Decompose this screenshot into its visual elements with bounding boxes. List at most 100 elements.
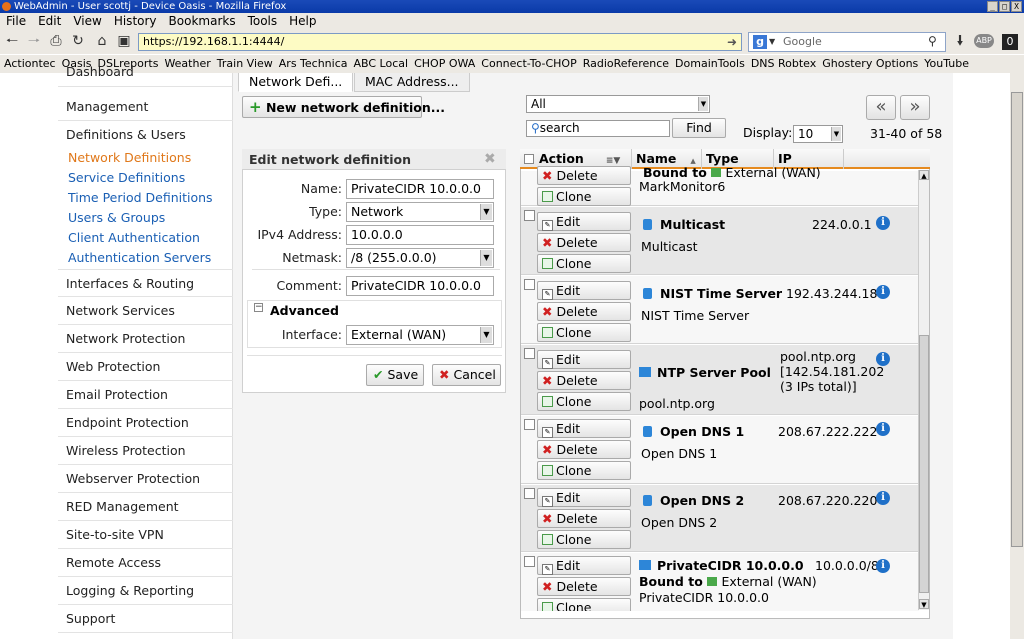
type-select[interactable]: Network ▼ [346,202,494,222]
sidebar-item-endpoint-protection[interactable]: Endpoint Protection [58,409,233,437]
row-checkbox[interactable] [524,488,535,499]
bookmark-item[interactable]: YouTube [924,55,969,73]
delete-button[interactable]: ✖ Delete [537,233,631,252]
row-checkbox[interactable] [524,419,535,430]
sidebar-item-management[interactable]: Management [58,93,233,121]
bookmark-item[interactable]: Ghostery Options [822,55,918,73]
clone-button[interactable]: Clone [537,392,631,411]
list-scroll-thumb[interactable] [919,335,929,593]
search-input[interactable]: Google [748,32,946,52]
menu-bookmarks[interactable]: Bookmarks [169,13,236,30]
home-icon[interactable]: ⌂ [94,33,110,49]
clone-button[interactable]: Clone [537,598,631,611]
sidebar-item-web-protection[interactable]: Web Protection [58,353,233,381]
delete-button[interactable]: ✖ Delete [537,577,631,596]
sidebar-subitem-authentication-servers[interactable]: Authentication Servers [68,249,211,267]
close-icon[interactable]: ✖ [484,150,496,169]
ipv4-address-field[interactable]: 10.0.0.0 [346,225,494,245]
column-menu-icon[interactable]: ≡▼ [606,156,620,166]
delete-button[interactable]: ✖ Delete [537,371,631,390]
delete-button[interactable]: ✖ Delete [537,440,631,459]
bookmark-item[interactable]: Connect-To-CHOP [481,55,576,73]
edit-button[interactable]: ✎ Edit [537,556,631,575]
search-engine-icon[interactable]: g [753,35,767,49]
edit-button[interactable]: ✎ Edit [537,488,631,507]
back-icon[interactable]: 🠐 [4,33,20,49]
type-filter-select[interactable]: All ▼ [526,95,710,113]
abp-icon[interactable]: ABP [974,34,994,48]
download-icon[interactable]: 🠛 [952,33,968,49]
tab-view-icon[interactable]: ▣ [116,33,132,49]
bookmark-item[interactable]: ABC Local [354,55,409,73]
clone-button[interactable]: Clone [537,187,631,206]
sidebar-item-network-services[interactable]: Network Services [58,297,233,325]
reload-icon[interactable]: ↻ [70,33,86,49]
info-icon[interactable]: i [876,422,890,436]
sidebar-subitem-network-definitions[interactable]: Network Definitions [68,149,191,167]
sidebar-item-red-management[interactable]: RED Management [58,493,233,521]
bookmark-item[interactable]: Actiontec [4,55,56,73]
new-network-definition-button[interactable]: + New network definition... [242,96,445,118]
name-field[interactable]: PrivateCIDR 10.0.0.0 [346,179,494,199]
info-icon[interactable]: i [876,285,890,299]
sidebar-item-wireless-protection[interactable]: Wireless Protection [58,437,233,465]
url-input[interactable]: https://192.168.1.1:4444/ [138,33,742,51]
edit-button[interactable]: ✎ Edit [537,281,631,300]
bookmark-item[interactable]: DNS Robtex [751,55,816,73]
interface-select[interactable]: External (WAN) ▼ [346,325,494,345]
search-filter-input[interactable]: ⚲search [526,120,670,137]
delete-button[interactable]: ✖ Delete [537,302,631,321]
sidebar-item-webserver-protection[interactable]: Webserver Protection [58,465,233,493]
clone-button[interactable]: Clone [537,461,631,480]
scroll-down-icon[interactable]: ▼ [919,599,929,609]
info-icon[interactable]: i [876,559,890,573]
info-icon[interactable]: i [876,491,890,505]
menu-tools[interactable]: Tools [248,13,278,30]
minimize-button[interactable]: _ [987,1,998,12]
menu-history[interactable]: History [114,13,157,30]
select-all-checkbox[interactable] [524,154,534,164]
info-icon[interactable]: i [876,352,890,366]
row-checkbox[interactable] [524,556,535,567]
tab-mac-address[interactable]: MAC Address... [354,73,470,92]
sidebar-subitem-client-authentication[interactable]: Client Authentication [68,229,200,247]
close-button[interactable]: X [1011,1,1022,12]
addon-icon[interactable]: 0 [1002,34,1018,50]
sidebar-item-remote-access[interactable]: Remote Access [58,549,233,577]
row-checkbox[interactable] [524,279,535,290]
print-icon[interactable]: ⎙ [48,33,64,49]
bookmark-item[interactable]: CHOP OWA [414,55,475,73]
go-arrow-icon[interactable]: ➜ [724,34,740,50]
sidebar-item-email-protection[interactable]: Email Protection [58,381,233,409]
sidebar-item-logging-reporting[interactable]: Logging & Reporting [58,577,233,605]
chevron-down-icon[interactable]: ▼ [769,35,775,49]
clone-button[interactable]: Clone [537,530,631,549]
edit-button[interactable]: ✎ Edit [537,212,631,231]
edit-button[interactable]: ✎ Edit [537,419,631,438]
bookmark-item[interactable]: Ars Technica [279,55,348,73]
next-page-button[interactable]: » [900,95,930,120]
bookmark-item[interactable]: DomainTools [675,55,745,73]
save-button[interactable]: ✔ Save [366,364,424,386]
delete-button[interactable]: ✖ Delete [537,166,631,185]
clone-button[interactable]: Clone [537,323,631,342]
collapse-icon[interactable]: − [254,303,263,312]
clone-button[interactable]: Clone [537,254,631,273]
window-scroll-thumb[interactable] [1011,92,1023,547]
sidebar-subitem-service-definitions[interactable]: Service Definitions [68,169,185,187]
cancel-button[interactable]: ✖ Cancel [432,364,501,386]
row-checkbox[interactable] [524,348,535,359]
info-icon[interactable]: i [876,216,890,230]
previous-page-button[interactable]: « [866,95,896,120]
edit-button[interactable]: ✎ Edit [537,350,631,369]
maximize-button[interactable]: □ [999,1,1010,12]
sidebar-subitem-time-period-definitions[interactable]: Time Period Definitions [68,189,213,207]
sidebar-subitem-users-groups[interactable]: Users & Groups [68,209,165,227]
sidebar-item-site-to-site-vpn[interactable]: Site-to-site VPN [58,521,233,549]
tab-network-definitions[interactable]: Network Defi... [238,73,354,92]
comment-field[interactable]: PrivateCIDR 10.0.0.0 [346,276,494,296]
advanced-label[interactable]: Advanced [270,302,339,320]
menu-help[interactable]: Help [289,13,316,30]
sidebar-item-dashboard[interactable]: Dashboard [58,65,233,87]
find-button[interactable]: Find [672,118,726,138]
